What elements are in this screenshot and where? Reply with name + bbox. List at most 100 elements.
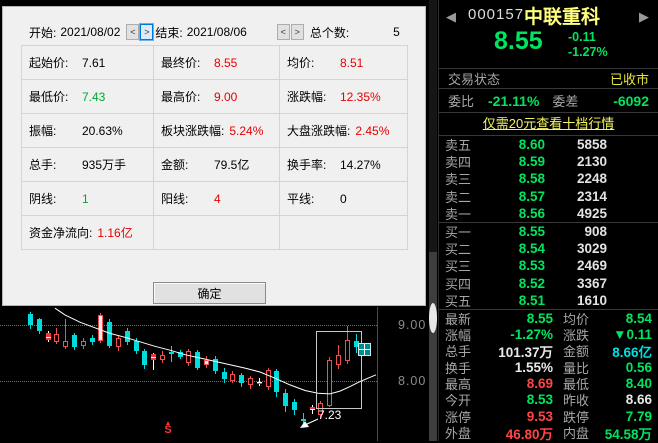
bid-price: 8.52 (518, 275, 545, 291)
bid-level-label: 买三 (445, 259, 472, 275)
cell-value: 14.27% (340, 157, 381, 172)
ask-volume: 2130 (576, 154, 607, 170)
ask-row[interactable]: 卖四 8.59 2130 (439, 153, 658, 170)
cell-label: 最低价: (29, 90, 69, 104)
ask-volume: 4925 (576, 205, 607, 221)
stat-value: 46.80万 (505, 426, 553, 442)
dialog-cell: 阴线: 1 (22, 182, 154, 216)
stat-value: 0.56 (625, 359, 652, 375)
cell-label: 总手: (29, 158, 57, 172)
stat-value: ▼0.11 (613, 326, 652, 342)
bid-row[interactable]: 买三 8.53 2469 (439, 257, 658, 274)
stat-row: 总手 101.37万 金额 8.66亿 (439, 343, 658, 360)
ma-line (54, 307, 377, 428)
cell-value: 8.51 (340, 55, 364, 70)
cell-value: 5.24% (229, 123, 264, 138)
trade-status-label: 交易状态 (448, 72, 501, 87)
ask-volume: 5858 (576, 137, 607, 153)
cell-value: 2.45% (355, 123, 390, 138)
dialog-cell: 金额: 79.5亿 (154, 148, 280, 182)
dialog-cell: 最高价: 9.00 (154, 80, 280, 114)
cell-value: 4 (214, 191, 221, 206)
start-date-value: 2021/08/02 (60, 25, 121, 39)
end-date-value: 2021/08/06 (186, 25, 247, 39)
stock-code: 000157 (468, 6, 525, 23)
panel-splitter-handle[interactable] (429, 303, 437, 333)
bid-volume: 3367 (576, 275, 607, 291)
scrollbar-thumb[interactable] (429, 252, 437, 441)
dialog-cell: 板块涨跌幅: 5.24% (154, 114, 280, 148)
stat-value: 8.53 (526, 392, 553, 408)
stat-row: 外盘 46.80万 内盘 54.58万 (439, 424, 658, 442)
bid-level-label: 买五 (445, 293, 472, 309)
stat-value: 7.79 (625, 408, 652, 424)
bid-level-label: 买四 (445, 276, 472, 292)
start-date-prev-button[interactable]: < (126, 24, 140, 40)
bid-row[interactable]: 买四 8.52 3367 (439, 275, 658, 292)
ask-row[interactable]: 卖二 8.57 2314 (439, 188, 658, 205)
ask-level-label: 卖二 (445, 189, 472, 205)
dialog-cell: 换手率: 14.27% (280, 148, 408, 182)
chart-scrollbar[interactable] (429, 0, 437, 441)
cell-value: 8.55 (214, 55, 238, 70)
level10-link[interactable]: 仅需20元查看十档行情 (483, 116, 614, 131)
cell-label: 最高价: (161, 90, 201, 104)
dialog-cell (154, 216, 280, 250)
cell-label: 大盘涨跌幅: (287, 124, 351, 138)
end-date-next-button[interactable]: > (290, 24, 304, 40)
bid-volume: 3029 (576, 241, 607, 257)
start-date-label: 开始: (29, 25, 57, 40)
ask-row[interactable]: 卖三 8.58 2248 (439, 170, 658, 187)
stat-value: 8.66 (625, 392, 652, 408)
cell-value: 12.35% (340, 89, 381, 104)
bid-level-label: 买二 (445, 242, 472, 258)
ask-price: 8.58 (518, 171, 545, 187)
cell-value: 935万手 (82, 158, 127, 172)
ask-level-label: 卖五 (445, 138, 472, 154)
cell-value: 1.16亿 (97, 226, 133, 240)
stat-value: 54.58万 (604, 426, 652, 442)
weibi-value: -21.11% (488, 92, 540, 109)
bid-volume: 2469 (576, 258, 607, 274)
stat-label: 内盘 (563, 426, 590, 442)
change-value: -0.11 (568, 30, 596, 44)
dialog-cell (280, 216, 408, 250)
cell-value: 0 (340, 191, 347, 206)
next-stock-arrow-icon[interactable]: ▶ (639, 9, 649, 25)
cell-label: 涨跌幅: (287, 90, 327, 104)
dialog-date-row: 开始: 2021/08/02 < > 结束: 2021/08/06 < > 总个… (3, 23, 425, 41)
ask-volume: 2248 (576, 171, 607, 187)
ask-row[interactable]: 卖一 8.56 4925 (439, 205, 658, 222)
candlestick-chart[interactable]: 9.00 8.00 7.23 ▴ S (0, 307, 438, 441)
weicha-value: -6092 (613, 92, 649, 109)
cell-label: 平线: (287, 192, 315, 206)
ask-book: 卖五 8.60 5858 卖四 8.59 2130 卖三 8.58 2248 卖二 8.57 2314… (439, 136, 658, 222)
stat-value: 1.55% (514, 359, 553, 375)
stats-section: 最新 8.55 均价 8.54 涨幅 -1.27% 涨跌 ▼0.11 总手 101.37万 金额 8.… (439, 310, 658, 442)
bid-price: 8.54 (518, 241, 545, 257)
quote-panel: ◀ 000157 中联重科 ▶ 8.55 -0.11 -1.27% 交易状态 已… (438, 0, 658, 442)
ok-button[interactable]: 确定 (153, 282, 266, 304)
cell-label: 振幅: (29, 124, 57, 138)
dialog-cell: 大盘涨跌幅: 2.45% (280, 114, 408, 148)
cell-label: 最终价: (161, 56, 201, 70)
trade-status-value: 已收市 (609, 72, 649, 87)
price-change: -0.11 -1.27% (568, 30, 608, 60)
ask-row[interactable]: 卖五 8.60 5858 (439, 136, 658, 153)
bid-volume: 908 (584, 224, 607, 240)
end-date-prev-button[interactable]: < (276, 24, 290, 40)
bid-row[interactable]: 买五 8.51 1610 (439, 292, 658, 309)
statistics-dialog: 开始: 2021/08/02 < > 结束: 2021/08/06 < > 总个… (2, 6, 426, 306)
cell-label: 起始价: (29, 56, 69, 70)
weibi-label: 委比 (448, 94, 475, 109)
bid-row[interactable]: 买一 8.55 908 (439, 223, 658, 240)
start-date-next-button[interactable]: > (139, 23, 155, 41)
stat-value: 8.55 (526, 310, 553, 326)
cell-value: 20.63% (82, 123, 123, 138)
stat-value: 8.54 (625, 310, 652, 326)
prev-stock-arrow-icon[interactable]: ◀ (446, 9, 456, 25)
stat-value: 9.53 (526, 408, 553, 424)
bid-row[interactable]: 买二 8.54 3029 (439, 240, 658, 257)
ask-price: 8.59 (518, 154, 545, 170)
stat-row: 换手 1.55% 量比 0.56 (439, 359, 658, 376)
